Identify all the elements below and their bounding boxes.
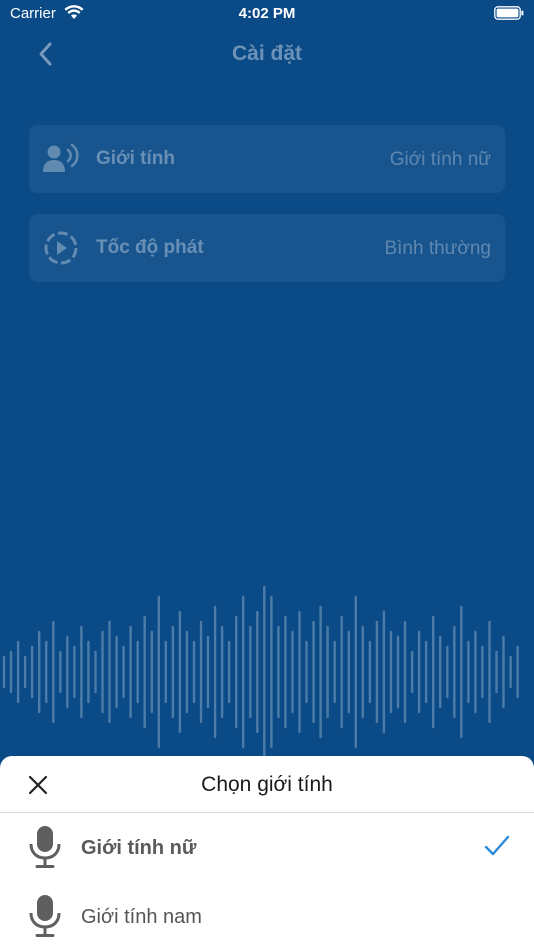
setting-label-gender: Giới tính xyxy=(96,148,175,169)
option-label-male: Giới tính nam xyxy=(81,906,202,928)
setting-label-speed: Tốc độ phát xyxy=(96,237,204,258)
play-circle-icon xyxy=(44,231,78,265)
microphone-icon xyxy=(29,826,61,868)
setting-value-gender: Giới tính nữ xyxy=(389,149,491,170)
sheet-title: Chọn giới tính xyxy=(201,773,333,796)
status-time: 4:02 PM xyxy=(238,5,296,22)
setting-row-speed[interactable]: Tốc độ phát Bình thường xyxy=(29,214,505,282)
settings-screen: Carrier 4:02 PM Cài đặt Giới tính Giới t… xyxy=(0,0,534,950)
microphone-icon xyxy=(29,895,61,937)
option-male[interactable]: Giới tính nam xyxy=(0,882,534,950)
status-bar: Carrier 4:02 PM xyxy=(0,0,534,28)
speaker-person-icon xyxy=(43,143,79,172)
option-female[interactable]: Giới tính nữ xyxy=(0,813,534,881)
checkmark-icon xyxy=(484,835,510,856)
option-label-female: Giới tính nữ xyxy=(81,837,197,859)
page-title: Cài đặt xyxy=(231,42,302,65)
battery-icon xyxy=(494,6,524,20)
audio-waveform-graphic xyxy=(2,586,519,758)
setting-row-gender[interactable]: Giới tính Giới tính nữ xyxy=(29,125,505,193)
sheet-header: Chọn giới tính xyxy=(0,756,534,813)
setting-value-speed: Bình thường xyxy=(384,238,491,259)
gender-picker-sheet: Chọn giới tính Giới tính nữ Giới tính na… xyxy=(0,756,534,950)
navigation-bar: Cài đặt xyxy=(0,32,534,76)
